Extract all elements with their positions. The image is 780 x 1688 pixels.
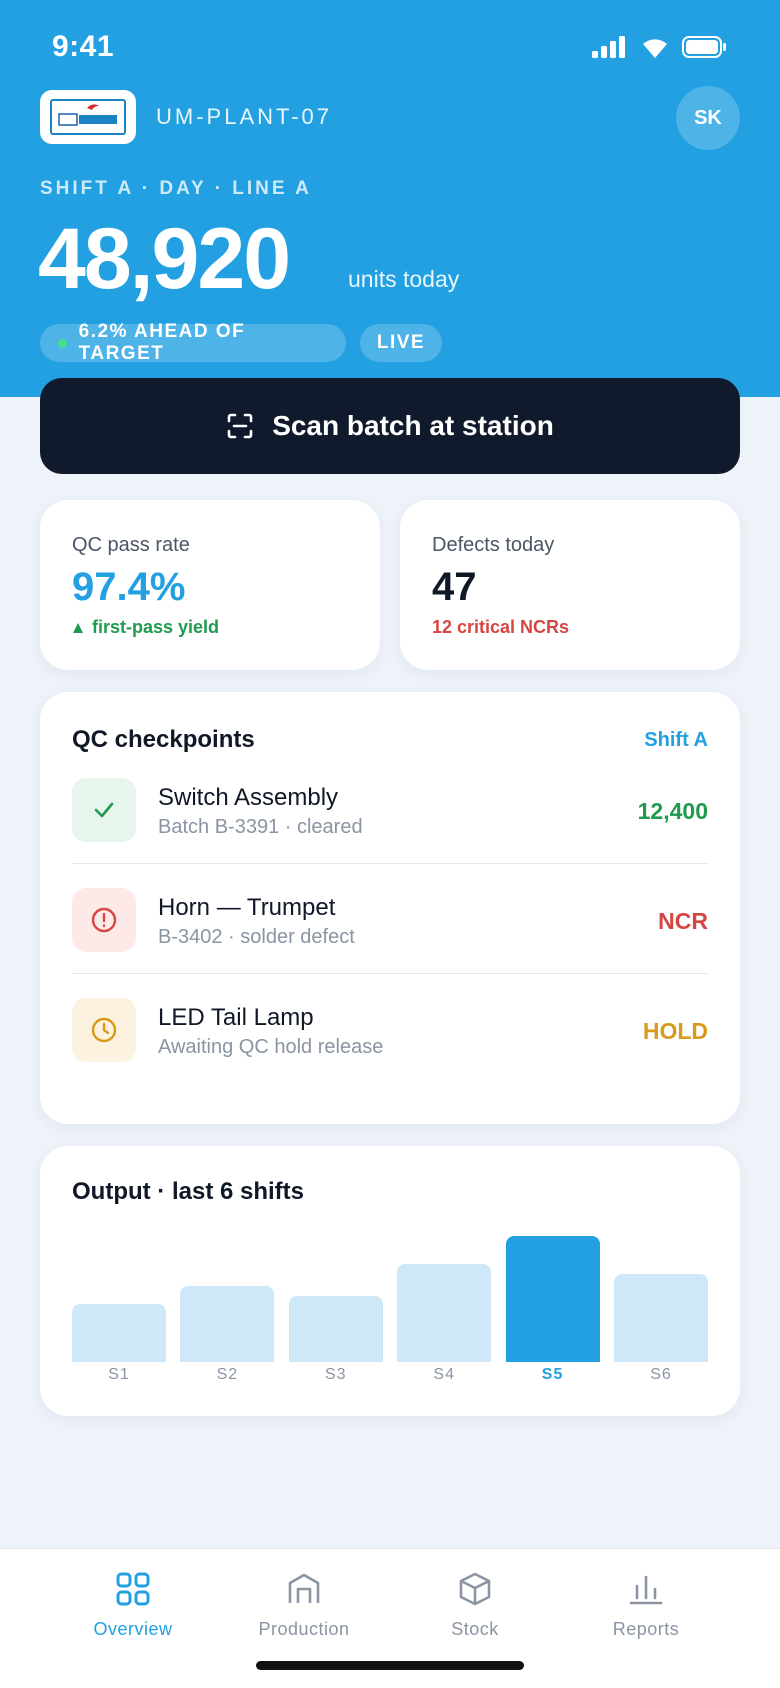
shift-info: SHIFT A · DAY · LINE A bbox=[40, 178, 312, 199]
clock-icon bbox=[72, 998, 136, 1062]
checkpoint-desc: Awaiting QC hold release bbox=[158, 1036, 384, 1058]
checkpoint-desc: B-3402 · solder defect bbox=[158, 926, 355, 948]
status-icons bbox=[592, 34, 726, 60]
bar-chart-icon bbox=[556, 1569, 736, 1609]
tab-production-label: Production bbox=[258, 1619, 350, 1639]
checkpoint-status: 12,400 bbox=[637, 798, 708, 824]
bar-label-s5: S5 bbox=[541, 1366, 564, 1383]
check-icon bbox=[72, 778, 136, 842]
tab-reports-label: Reports bbox=[612, 1619, 680, 1639]
avatar-initials: SK bbox=[694, 106, 722, 129]
company-logo bbox=[40, 90, 136, 144]
bar-s1 bbox=[72, 1304, 166, 1362]
live-badge: LIVE bbox=[360, 324, 442, 362]
tab-production[interactable]: Production bbox=[214, 1569, 394, 1640]
output-chart-title: Output · last 6 shifts bbox=[72, 1178, 305, 1205]
bar-label-s2: S2 bbox=[216, 1366, 239, 1383]
output-bar-chart bbox=[72, 1236, 708, 1362]
avatar[interactable]: SK bbox=[676, 86, 740, 150]
bar-s4 bbox=[397, 1264, 492, 1362]
status-time: 9:41 bbox=[52, 30, 115, 63]
shift-filter-link[interactable]: Shift A bbox=[644, 729, 708, 752]
checkpoint-name: Switch Assembly bbox=[158, 784, 339, 811]
checkpoint-row[interactable]: Switch Assembly Batch B-3391 · cleared 1… bbox=[72, 754, 708, 864]
bar-label-s3: S3 bbox=[325, 1366, 347, 1383]
status-dot-icon bbox=[58, 338, 67, 348]
checkpoint-name: Horn — Trumpet bbox=[158, 894, 336, 921]
grid-icon bbox=[43, 1569, 223, 1609]
bar-s5 bbox=[505, 1236, 600, 1362]
bar-s2 bbox=[180, 1285, 275, 1362]
factory-icon bbox=[214, 1569, 394, 1609]
bar-label-s1: S1 bbox=[108, 1366, 130, 1383]
checkpoint-row[interactable]: LED Tail Lamp Awaiting QC hold release H… bbox=[72, 974, 708, 1084]
bar-s6 bbox=[614, 1273, 708, 1362]
scan-batch-label: Scan batch at station bbox=[272, 410, 554, 441]
tab-stock-label: Stock bbox=[451, 1619, 499, 1639]
bar-s3 bbox=[288, 1295, 383, 1362]
home-indicator bbox=[256, 1661, 524, 1670]
defects-today-label: Defects today bbox=[432, 534, 555, 556]
bar-label-s4: S4 bbox=[433, 1366, 455, 1383]
triangle-up-icon bbox=[73, 622, 83, 633]
signal-icon bbox=[592, 36, 625, 58]
alert-circle-icon bbox=[72, 888, 136, 952]
live-badge-text: LIVE bbox=[376, 332, 426, 353]
qc-checkpoints-card: QC checkpoints Shift A Switch Assembly B… bbox=[40, 692, 740, 1124]
box-icon bbox=[385, 1569, 565, 1609]
checkpoint-status: NCR bbox=[658, 908, 708, 934]
plant-id: UM-PLANT-07 bbox=[156, 104, 333, 129]
units-today-label: units today bbox=[348, 266, 460, 292]
target-status-text: 6.2% AHEAD OF TARGET bbox=[78, 321, 246, 364]
tab-stock[interactable]: Stock bbox=[385, 1569, 565, 1640]
qc-pass-rate-value: 97.4% bbox=[72, 565, 186, 609]
checkpoint-desc: Batch B-3391 · cleared bbox=[158, 816, 363, 838]
checkpoint-row[interactable]: Horn — Trumpet B-3402 · solder defect NC… bbox=[72, 864, 708, 974]
critical-ncrs-text: 12 critical NCRs bbox=[432, 617, 570, 637]
scan-icon bbox=[227, 413, 253, 439]
tab-overview[interactable]: Overview bbox=[43, 1569, 223, 1640]
logo-mark bbox=[50, 99, 126, 135]
qc-checkpoints-title: QC checkpoints bbox=[72, 726, 255, 753]
defects-today-card[interactable]: Defects today 47 12 critical NCRs bbox=[400, 500, 740, 670]
logo-graphic bbox=[58, 104, 117, 126]
wifi-icon bbox=[643, 39, 667, 58]
bar-label-s6: S6 bbox=[650, 1366, 672, 1383]
scan-batch-button[interactable]: Scan batch at station bbox=[40, 378, 740, 474]
checkpoint-name: LED Tail Lamp bbox=[158, 1004, 314, 1031]
battery-icon bbox=[682, 36, 726, 58]
target-status-badge: 6.2% AHEAD OF TARGET bbox=[40, 321, 346, 364]
tab-reports[interactable]: Reports bbox=[556, 1569, 736, 1640]
first-pass-yield-text: first-pass yield bbox=[92, 617, 220, 637]
defects-today-value: 47 bbox=[432, 565, 477, 609]
qc-pass-rate-label: QC pass rate bbox=[72, 534, 190, 556]
qc-pass-rate-sub: first-pass yield bbox=[72, 617, 348, 638]
tab-overview-label: Overview bbox=[93, 1619, 173, 1639]
checkpoint-status: HOLD bbox=[642, 1018, 708, 1044]
status-bar: 9:41 bbox=[0, 0, 780, 96]
qc-pass-rate-card[interactable]: QC pass rate 97.4% first-pass yield bbox=[40, 500, 380, 670]
output-chart-card: Output · last 6 shifts S1 S2 S3 S4 S5 S6 bbox=[40, 1146, 740, 1416]
units-today-value: 48,920 bbox=[38, 211, 291, 307]
